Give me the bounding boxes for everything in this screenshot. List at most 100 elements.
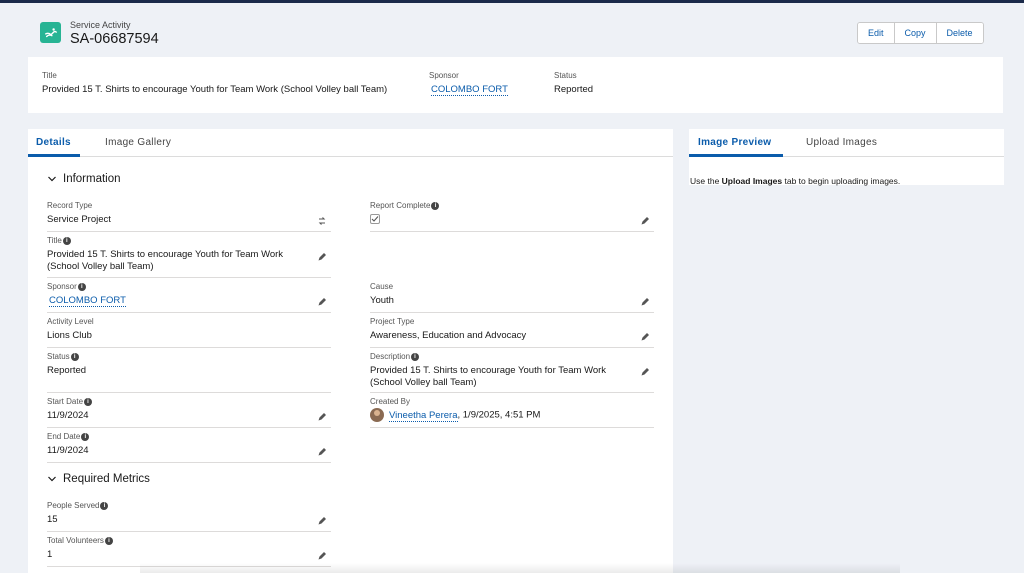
field-label: Report Complete — [370, 201, 431, 210]
field-label: Status — [47, 352, 70, 361]
created-by-user-link[interactable]: Vineetha Perera — [389, 409, 458, 422]
sponsor-link[interactable]: COLOMBO FORT — [49, 295, 126, 307]
side-tab-bar: Image Preview Upload Images — [689, 129, 1004, 157]
avatar — [370, 408, 384, 422]
field-value: Provided 15 T. Shirts to encourage Youth… — [370, 365, 607, 388]
field-label: End Date — [47, 432, 81, 441]
edit-button[interactable]: Edit — [858, 23, 895, 43]
field-start-date: Start Date i 11/9/2024 — [47, 397, 331, 428]
field-title: Title i Provided 15 T. Shirts to encourag… — [47, 236, 331, 278]
upload-instructions: Use the Upload Images tab to begin uploa… — [690, 176, 901, 186]
field-label: Created By — [370, 397, 411, 406]
object-type-label: Service Activity — [70, 20, 131, 30]
field-value: Reported — [47, 365, 87, 376]
pencil-icon[interactable] — [317, 297, 327, 307]
field-value: 11/9/2024 — [47, 445, 89, 456]
tab-details[interactable]: Details — [36, 137, 71, 148]
field-label: Title — [47, 236, 62, 245]
check-icon — [371, 216, 379, 222]
field-people-served: People Served i 15 — [47, 501, 331, 532]
highlight-title: Title Provided 15 T. Shirts to encourage… — [42, 71, 387, 95]
field-value: Awareness, Education and Advocacy — [370, 330, 527, 341]
highlight-sponsor-label: Sponsor — [429, 71, 459, 80]
field-label: Project Type — [370, 317, 415, 326]
field-cause: Cause Youth — [370, 282, 654, 313]
field-status: Status i Reported — [47, 352, 331, 393]
field-value: Provided 15 T. Shirts to encourage Youth… — [47, 249, 284, 272]
field-report-complete: Report Complete i — [370, 201, 654, 232]
info-icon[interactable]: i — [104, 536, 113, 545]
pencil-icon[interactable] — [317, 447, 327, 457]
highlight-sponsor: Sponsor COLOMBO FORT — [429, 71, 508, 96]
highlight-status: Status Reported — [554, 71, 593, 95]
pencil-icon[interactable] — [640, 332, 650, 342]
field-label: Activity Level — [47, 317, 94, 326]
pencil-icon[interactable] — [640, 367, 650, 377]
record-name: SA-06687594 — [70, 31, 159, 47]
info-icon[interactable]: i — [77, 282, 86, 291]
tab-upload-images[interactable]: Upload Images — [806, 137, 877, 148]
tab-image-preview[interactable]: Image Preview — [698, 137, 771, 148]
field-label: Cause — [370, 282, 394, 291]
highlights-panel: Title Provided 15 T. Shirts to encourage… — [28, 57, 1003, 113]
section-information-header[interactable]: Information — [47, 173, 121, 185]
field-value: 1 — [47, 549, 53, 560]
created-by-date: , 1/9/2025, 4:51 PM — [457, 409, 541, 421]
section-information-title: Information — [63, 173, 121, 185]
field-label: Start Date — [47, 397, 84, 406]
chevron-down-icon — [48, 176, 56, 182]
info-icon[interactable]: i — [62, 236, 71, 245]
field-value: Lions Club — [47, 330, 92, 341]
action-button-group: Edit Copy Delete — [857, 22, 984, 44]
info-icon[interactable]: i — [411, 352, 420, 361]
field-description: Description i Provided 15 T. Shirts to en… — [370, 352, 654, 393]
pencil-icon[interactable] — [317, 252, 327, 262]
pencil-icon[interactable] — [317, 412, 327, 422]
field-value: 11/9/2024 — [47, 410, 89, 421]
field-value: Youth — [370, 295, 394, 306]
pencil-icon[interactable] — [317, 516, 327, 526]
field-value: 15 — [47, 514, 58, 525]
change-record-type-icon[interactable] — [317, 216, 327, 226]
field-label: Sponsor — [47, 282, 77, 291]
delete-button[interactable]: Delete — [936, 23, 983, 43]
section-metrics-title: Required Metrics — [63, 473, 150, 485]
pencil-icon[interactable] — [640, 216, 650, 226]
highlight-status-label: Status — [554, 71, 577, 80]
copy-button[interactable]: Copy — [894, 23, 937, 43]
section-metrics-header[interactable]: Required Metrics — [47, 473, 150, 485]
info-icon[interactable]: i — [431, 201, 440, 210]
field-sponsor: Sponsor i COLOMBO FORT — [47, 282, 331, 313]
field-label: Record Type — [47, 201, 93, 210]
bottom-shadow — [140, 563, 900, 573]
highlight-title-label: Title — [42, 71, 57, 80]
info-icon[interactable]: i — [84, 397, 93, 406]
report-complete-checkbox[interactable] — [370, 214, 380, 224]
active-tab-indicator — [28, 154, 80, 157]
highlight-status-value: Reported — [554, 84, 594, 95]
chevron-down-icon — [48, 476, 56, 482]
active-tab-indicator — [689, 154, 783, 157]
field-project-type: Project Type Awareness, Education and Ad… — [370, 317, 654, 348]
field-end-date: End Date i 11/9/2024 — [47, 432, 331, 463]
main-tab-bar: Details Image Gallery — [28, 129, 673, 157]
highlight-title-value: Provided 15 T. Shirts to encourage Youth… — [42, 84, 388, 95]
details-card: Details Image Gallery Information Record… — [28, 129, 673, 573]
info-icon[interactable]: i — [70, 352, 79, 361]
field-label: Description — [370, 352, 411, 361]
field-activity-level: Activity Level Lions Club — [47, 317, 331, 348]
pencil-icon[interactable] — [640, 297, 650, 307]
record-header: Service Activity SA-06687594 Edit Copy D… — [28, 10, 1003, 50]
field-created-by: Created By Vineetha Perera, 1/9/2025, 4:… — [370, 397, 654, 428]
service-activity-icon — [40, 22, 61, 43]
highlight-sponsor-link[interactable]: COLOMBO FORT — [431, 84, 508, 96]
field-label: Total Volunteers — [47, 536, 104, 545]
info-icon[interactable]: i — [100, 501, 109, 510]
field-label: People Served — [47, 501, 100, 510]
image-panel-card: Image Preview Upload Images Use the Uplo… — [689, 129, 1004, 186]
pencil-icon[interactable] — [317, 551, 327, 561]
field-value: Service Project — [47, 214, 111, 225]
info-icon[interactable]: i — [81, 432, 90, 441]
tab-image-gallery[interactable]: Image Gallery — [105, 137, 171, 148]
top-border — [0, 0, 1024, 3]
